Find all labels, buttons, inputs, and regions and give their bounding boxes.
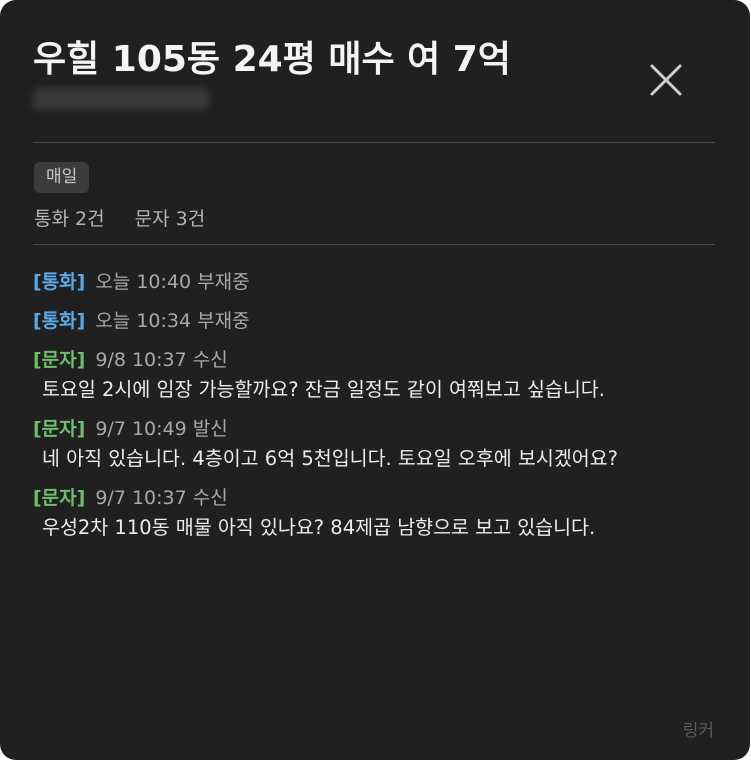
log-entry: [통화] 오늘 10:40 부재중	[33, 268, 723, 297]
log-entry: [문자] 9/7 10:37 수신 우성2차 110동 매물 아직 있나요? 84…	[33, 484, 723, 543]
call-count: 통화 2건	[34, 208, 105, 230]
entry-meta: 오늘 10:34 부재중	[95, 310, 250, 332]
activity-counts: 통화 2건 문자 3건	[34, 206, 205, 232]
message-text: 네 아직 있습니다. 4층이고 6억 5천입니다. 토요일 오후에 보시겠어요?	[42, 447, 618, 470]
section-divider	[33, 244, 715, 245]
close-button[interactable]	[644, 58, 688, 102]
entry-meta: 9/7 10:37 수신	[95, 487, 228, 509]
log-entry: [문자] 9/8 10:37 수신 토요일 2시에 임장 가능할까요? 잔금 일정…	[33, 346, 723, 405]
contact-detail-modal: 우힐 105동 24평 매수 여 7억 매일 통화 2건 문자 3건 [통화] 오…	[0, 0, 750, 760]
header-divider	[33, 142, 715, 143]
close-icon	[650, 64, 682, 96]
entry-meta: 오늘 10:40 부재중	[95, 271, 250, 293]
sms-badge: [문자]	[33, 418, 86, 440]
modal-title: 우힐 105동 24평 매수 여 7억	[33, 39, 511, 80]
redacted-subtitle	[33, 88, 209, 110]
message-text: 토요일 2시에 임장 가능할까요? 잔금 일정도 같이 여쭤보고 싶습니다.	[42, 378, 605, 401]
status-badge: 매일	[34, 162, 90, 193]
entry-meta: 9/7 10:49 발신	[95, 418, 228, 440]
message-count: 문자 3건	[134, 208, 206, 230]
sms-badge: [문자]	[33, 487, 86, 509]
log-entry: [통화] 오늘 10:34 부재중	[33, 307, 723, 336]
call-badge: [통화]	[33, 310, 86, 332]
message-text: 우성2차 110동 매물 아직 있나요? 84제곱 남향으로 보고 있습니다.	[42, 516, 596, 539]
sms-badge: [문자]	[33, 349, 86, 371]
call-badge: [통화]	[33, 271, 86, 293]
activity-log: [통화] 오늘 10:40 부재중 [통화] 오늘 10:34 부재중 [문자] 9/…	[33, 268, 723, 553]
brand-label: 링커	[682, 721, 714, 741]
log-entry: [문자] 9/7 10:49 발신 네 아직 있습니다. 4층이고 6억 5천입니…	[33, 415, 723, 474]
entry-meta: 9/8 10:37 수신	[95, 349, 228, 371]
